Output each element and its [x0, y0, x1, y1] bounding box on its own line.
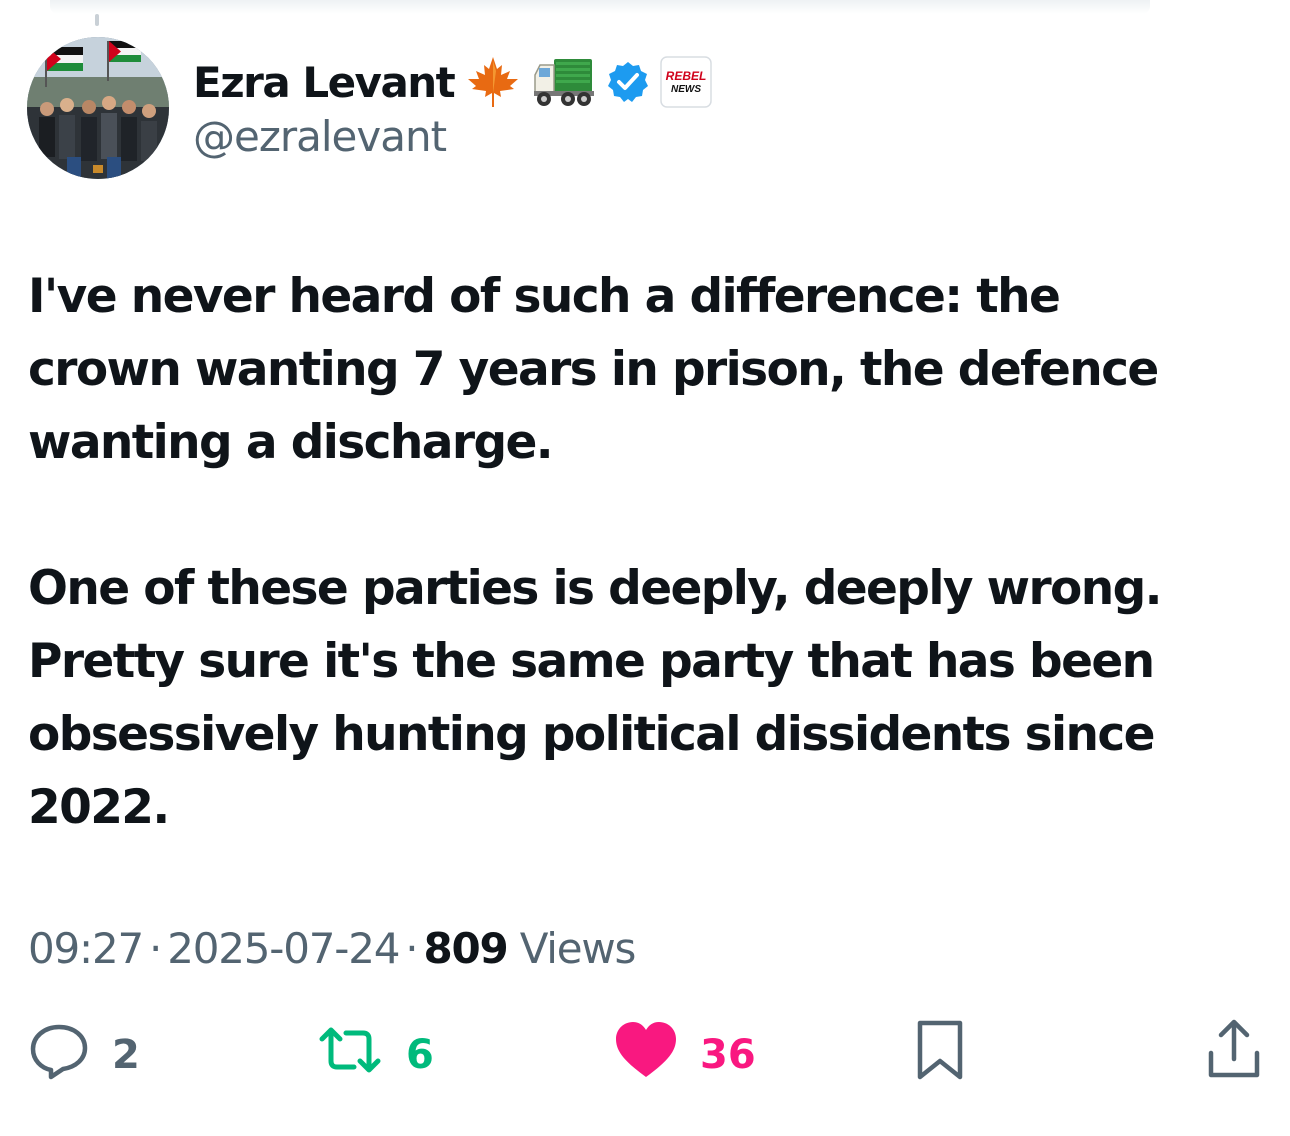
tweet-line: obsessively hunting political dissidents… — [28, 707, 1156, 762]
reply-count: 2 — [112, 1032, 140, 1078]
rebel-badge-line2: NEWS — [671, 84, 701, 95]
meta-separator: · — [149, 924, 162, 973]
avatar[interactable] — [27, 37, 169, 179]
like-button[interactable]: 36 — [614, 1015, 756, 1095]
meta-separator: · — [405, 924, 418, 973]
retweet-count: 6 — [406, 1032, 434, 1078]
retweet-icon — [316, 1019, 384, 1091]
views-count: 809 — [423, 924, 508, 973]
tweet-line: crown wanting 7 years in prison, the def… — [28, 342, 1159, 397]
tweet-line: I've never heard of such a difference: t… — [28, 269, 1061, 324]
action-bar: 2 6 36 — [0, 1015, 1290, 1095]
bookmark-button[interactable] — [910, 1015, 970, 1095]
heart-icon — [614, 1019, 678, 1091]
tweet-line: Pretty sure it's the same party that has… — [28, 634, 1155, 689]
tweet-date[interactable]: 2025-07-24 — [167, 924, 400, 973]
author-display-name[interactable]: Ezra Levant — [193, 58, 456, 107]
rebel-news-badge[interactable]: REBEL NEWS — [660, 56, 713, 108]
rebel-badge-line1: REBEL — [666, 69, 707, 83]
like-count: 36 — [700, 1032, 756, 1078]
maple-leaf-icon — [464, 53, 522, 111]
tweet-line: wanting a discharge. — [28, 415, 554, 470]
retweet-button[interactable]: 6 — [316, 1015, 434, 1095]
tweet-line: 2022. — [28, 780, 170, 835]
top-edge-fade — [50, 0, 1150, 14]
tweet-text: I've never heard of such a difference: t… — [28, 260, 1258, 844]
truck-icon — [532, 53, 596, 111]
bookmark-icon — [910, 1017, 970, 1093]
reply-icon — [28, 1019, 90, 1091]
share-icon — [1203, 1017, 1265, 1093]
author-handle[interactable]: @ezralevant — [193, 112, 447, 161]
verified-badge-icon[interactable] — [606, 60, 650, 104]
views-label: Views — [519, 924, 637, 973]
reply-button[interactable]: 2 — [28, 1015, 140, 1095]
tweet-meta: 09:27 · 2025-07-24 · 809 Views — [28, 920, 637, 978]
share-button[interactable] — [1203, 1015, 1265, 1095]
scroll-indicator — [95, 14, 99, 26]
author-name-row: Ezra Levant REBEL NEWS — [193, 50, 713, 114]
tweet-line: One of these parties is deeply, deeply w… — [28, 561, 1163, 616]
avatar-image — [27, 37, 169, 179]
tweet-time[interactable]: 09:27 — [28, 924, 144, 973]
